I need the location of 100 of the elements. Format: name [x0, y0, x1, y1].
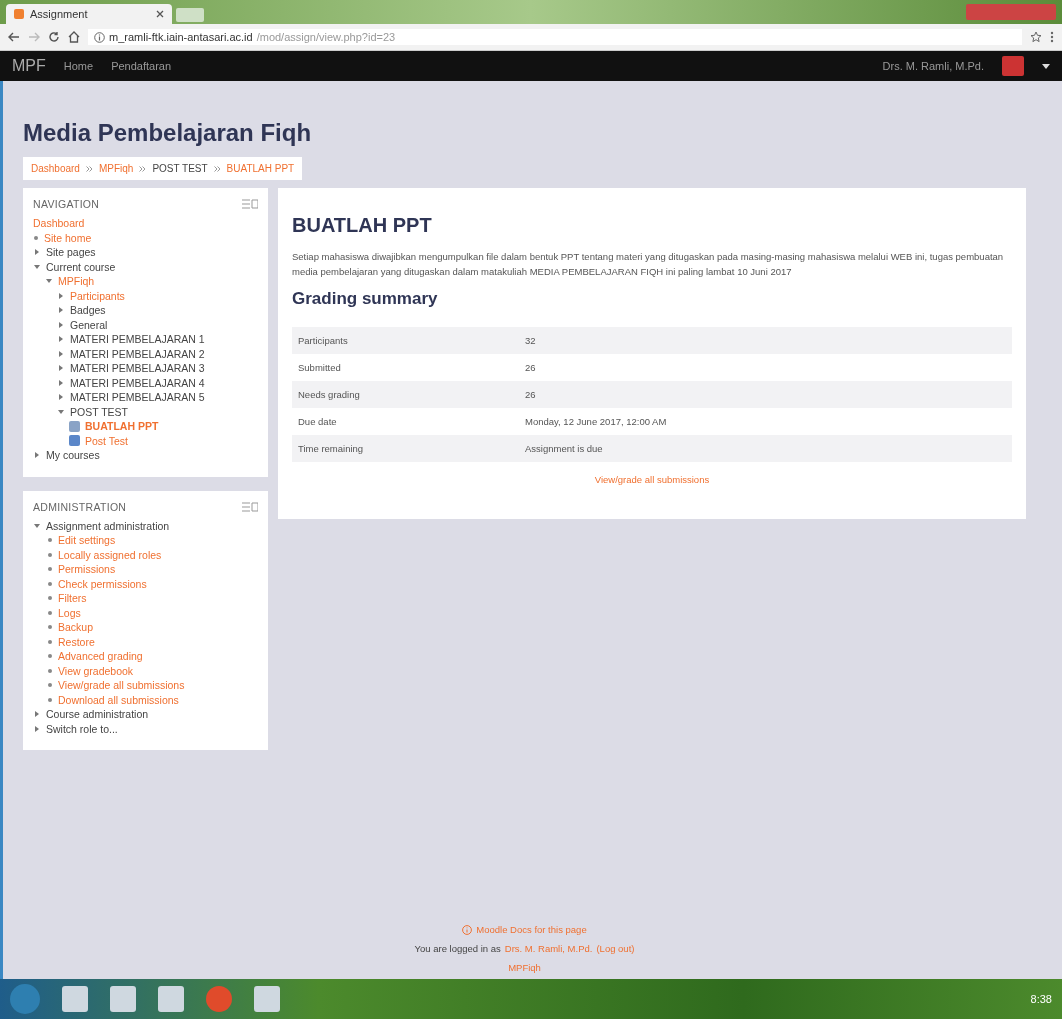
navigation-item[interactable]: Dashboard [33, 217, 85, 230]
chevron-icon [139, 165, 147, 172]
administration-item[interactable]: Course administration [46, 708, 149, 721]
home-icon[interactable] [68, 31, 80, 43]
breadcrumb-item[interactable]: Dashboard [31, 163, 80, 174]
logged-in-text: You are logged in as [414, 943, 501, 954]
tree-arrow-icon[interactable] [34, 264, 40, 269]
tab-title: Assignment [30, 8, 88, 20]
navigation-item[interactable]: MATERI PEMBELAJARAN 4 [70, 376, 205, 389]
reload-icon[interactable] [48, 31, 60, 43]
bullet-icon [34, 235, 38, 240]
navigation-item[interactable]: Current course [46, 260, 116, 273]
bullet-icon [48, 581, 52, 586]
navigation-item[interactable]: Post Test [85, 434, 128, 447]
tree-arrow-icon[interactable] [35, 452, 39, 459]
bullet-icon [48, 668, 52, 673]
administration-link[interactable]: Logs [58, 606, 81, 619]
breadcrumb-item[interactable]: BUATLAH PPT [226, 163, 295, 174]
navigation-item[interactable]: My courses [46, 449, 100, 462]
address-bar[interactable]: m_ramli-ftk.iain-antasari.ac.id /mod/assign/view.php?id=23 [88, 29, 1022, 45]
view-submissions-link[interactable]: View/grade all submissions [594, 474, 710, 486]
caret-icon[interactable] [1042, 63, 1050, 69]
navigation-item[interactable]: MATERI PEMBELAJARAN 3 [70, 362, 205, 375]
clock-time: 8:38 [1030, 993, 1052, 1005]
menu-icon[interactable] [1050, 31, 1054, 43]
tree-arrow-icon[interactable] [35, 725, 39, 732]
navigation-item[interactable]: MATERI PEMBELAJARAN 1 [70, 333, 205, 346]
administration-link[interactable]: Edit settings [58, 534, 116, 547]
administration-link[interactable]: Restore [58, 635, 95, 648]
breadcrumb-item[interactable]: POST TEST [152, 163, 208, 174]
docs-link[interactable]: Moodle Docs for this page [476, 924, 587, 935]
table-cell: Assignment is due [519, 435, 1012, 463]
table-cell: Time remaining [292, 435, 519, 463]
tree-arrow-icon[interactable] [59, 307, 63, 314]
user-name[interactable]: Drs. M. Ramli, M.Pd. [882, 60, 984, 72]
administration-item[interactable]: Switch role to... [46, 722, 118, 735]
tree-arrow-icon[interactable] [59, 379, 63, 386]
assignment-description: Setiap mahasiswa diwajibkan mengumpulkan file dalam bentuk PPT tentang materi yang ditugaskan pada masing-masing mahasiswa melalui WEB ini, tugas pembuatan media pembelajaran yang ditugaskan dalam matakuliah MEDIA PEMBELAJARAN FIQH ini paling lambat 10 Juni 2017 [292, 250, 1005, 280]
back-icon[interactable] [8, 32, 20, 42]
logout-link[interactable]: (Log out) [596, 943, 635, 954]
navigation-item[interactable]: Badges [70, 304, 106, 317]
navigation-item[interactable]: MPFiqh [58, 275, 95, 288]
tree-arrow-icon[interactable] [46, 279, 52, 284]
breadcrumb-item[interactable]: MPFiqh [98, 163, 134, 174]
help-icon [462, 924, 473, 935]
bullet-icon [48, 596, 52, 601]
bullet-icon [48, 610, 52, 615]
administration-link[interactable]: Check permissions [58, 577, 147, 590]
start-button[interactable] [10, 984, 40, 1014]
tree-arrow-icon[interactable] [35, 249, 39, 256]
table-cell: Monday, 12 June 2017, 12:00 AM [519, 408, 1012, 436]
navigation-item[interactable]: Site pages [46, 246, 96, 259]
table-cell: Participants [292, 327, 519, 355]
table-cell: Due date [292, 408, 519, 436]
administration-item[interactable]: Assignment administration [46, 519, 170, 532]
bullet-icon [48, 567, 52, 572]
course-link[interactable]: MPFiqh [508, 962, 541, 973]
tree-arrow-icon[interactable] [59, 350, 63, 357]
block-title: ADMINISTRATION [33, 500, 127, 513]
bullet-icon [48, 654, 52, 659]
administration-link[interactable]: Backup [58, 621, 94, 634]
administration-link[interactable]: View/grade all submissions [58, 679, 185, 692]
navigation-item[interactable]: General [70, 318, 108, 331]
tree-arrow-icon[interactable] [59, 365, 63, 372]
close-icon[interactable] [156, 10, 164, 18]
site-brand[interactable]: MPF [12, 57, 46, 75]
table-cell: 26 [519, 354, 1012, 382]
administration-link[interactable]: Download all submissions [58, 693, 179, 706]
tree-arrow-icon[interactable] [59, 292, 63, 299]
administration-link[interactable]: View gradebook [58, 664, 134, 677]
bullet-icon [48, 625, 52, 630]
table-cell: Submitted [292, 354, 519, 382]
user-link[interactable]: Drs. M. Ramli, M.Pd. [504, 943, 593, 954]
bullet-icon [48, 639, 52, 644]
tree-arrow-icon[interactable] [34, 523, 40, 528]
administration-link[interactable]: Filters [58, 592, 87, 605]
tree-arrow-icon[interactable] [35, 711, 39, 718]
bullet-icon [48, 683, 52, 688]
tree-arrow-icon[interactable] [58, 409, 64, 414]
navigation-item[interactable]: BUATLAH PPT [85, 420, 159, 433]
tree-arrow-icon[interactable] [59, 394, 63, 401]
bullet-icon [48, 538, 52, 543]
administration-link[interactable]: Locally assigned roles [58, 548, 162, 561]
navbar-link[interactable]: Pendaftaran [111, 60, 172, 72]
bullet-icon [48, 697, 52, 702]
browser-tab[interactable]: Assignment [6, 4, 172, 24]
navigation-item[interactable]: Site home [44, 231, 92, 244]
navbar-link[interactable]: Home [63, 60, 94, 72]
navigation-item[interactable]: POST TEST [70, 405, 128, 418]
star-icon[interactable] [1030, 31, 1042, 43]
administration-link[interactable]: Permissions [58, 563, 116, 576]
tree-arrow-icon[interactable] [59, 336, 63, 343]
tree-arrow-icon[interactable] [59, 321, 63, 328]
navigation-item[interactable]: MATERI PEMBELAJARAN 2 [70, 347, 205, 360]
navigation-item[interactable]: Participants [70, 289, 125, 302]
chevron-icon [85, 165, 93, 172]
administration-link[interactable]: Advanced grading [58, 650, 143, 663]
table-cell: 26 [519, 381, 1012, 409]
navigation-item[interactable]: MATERI PEMBELAJARAN 5 [70, 391, 205, 404]
chevron-icon [213, 165, 221, 172]
